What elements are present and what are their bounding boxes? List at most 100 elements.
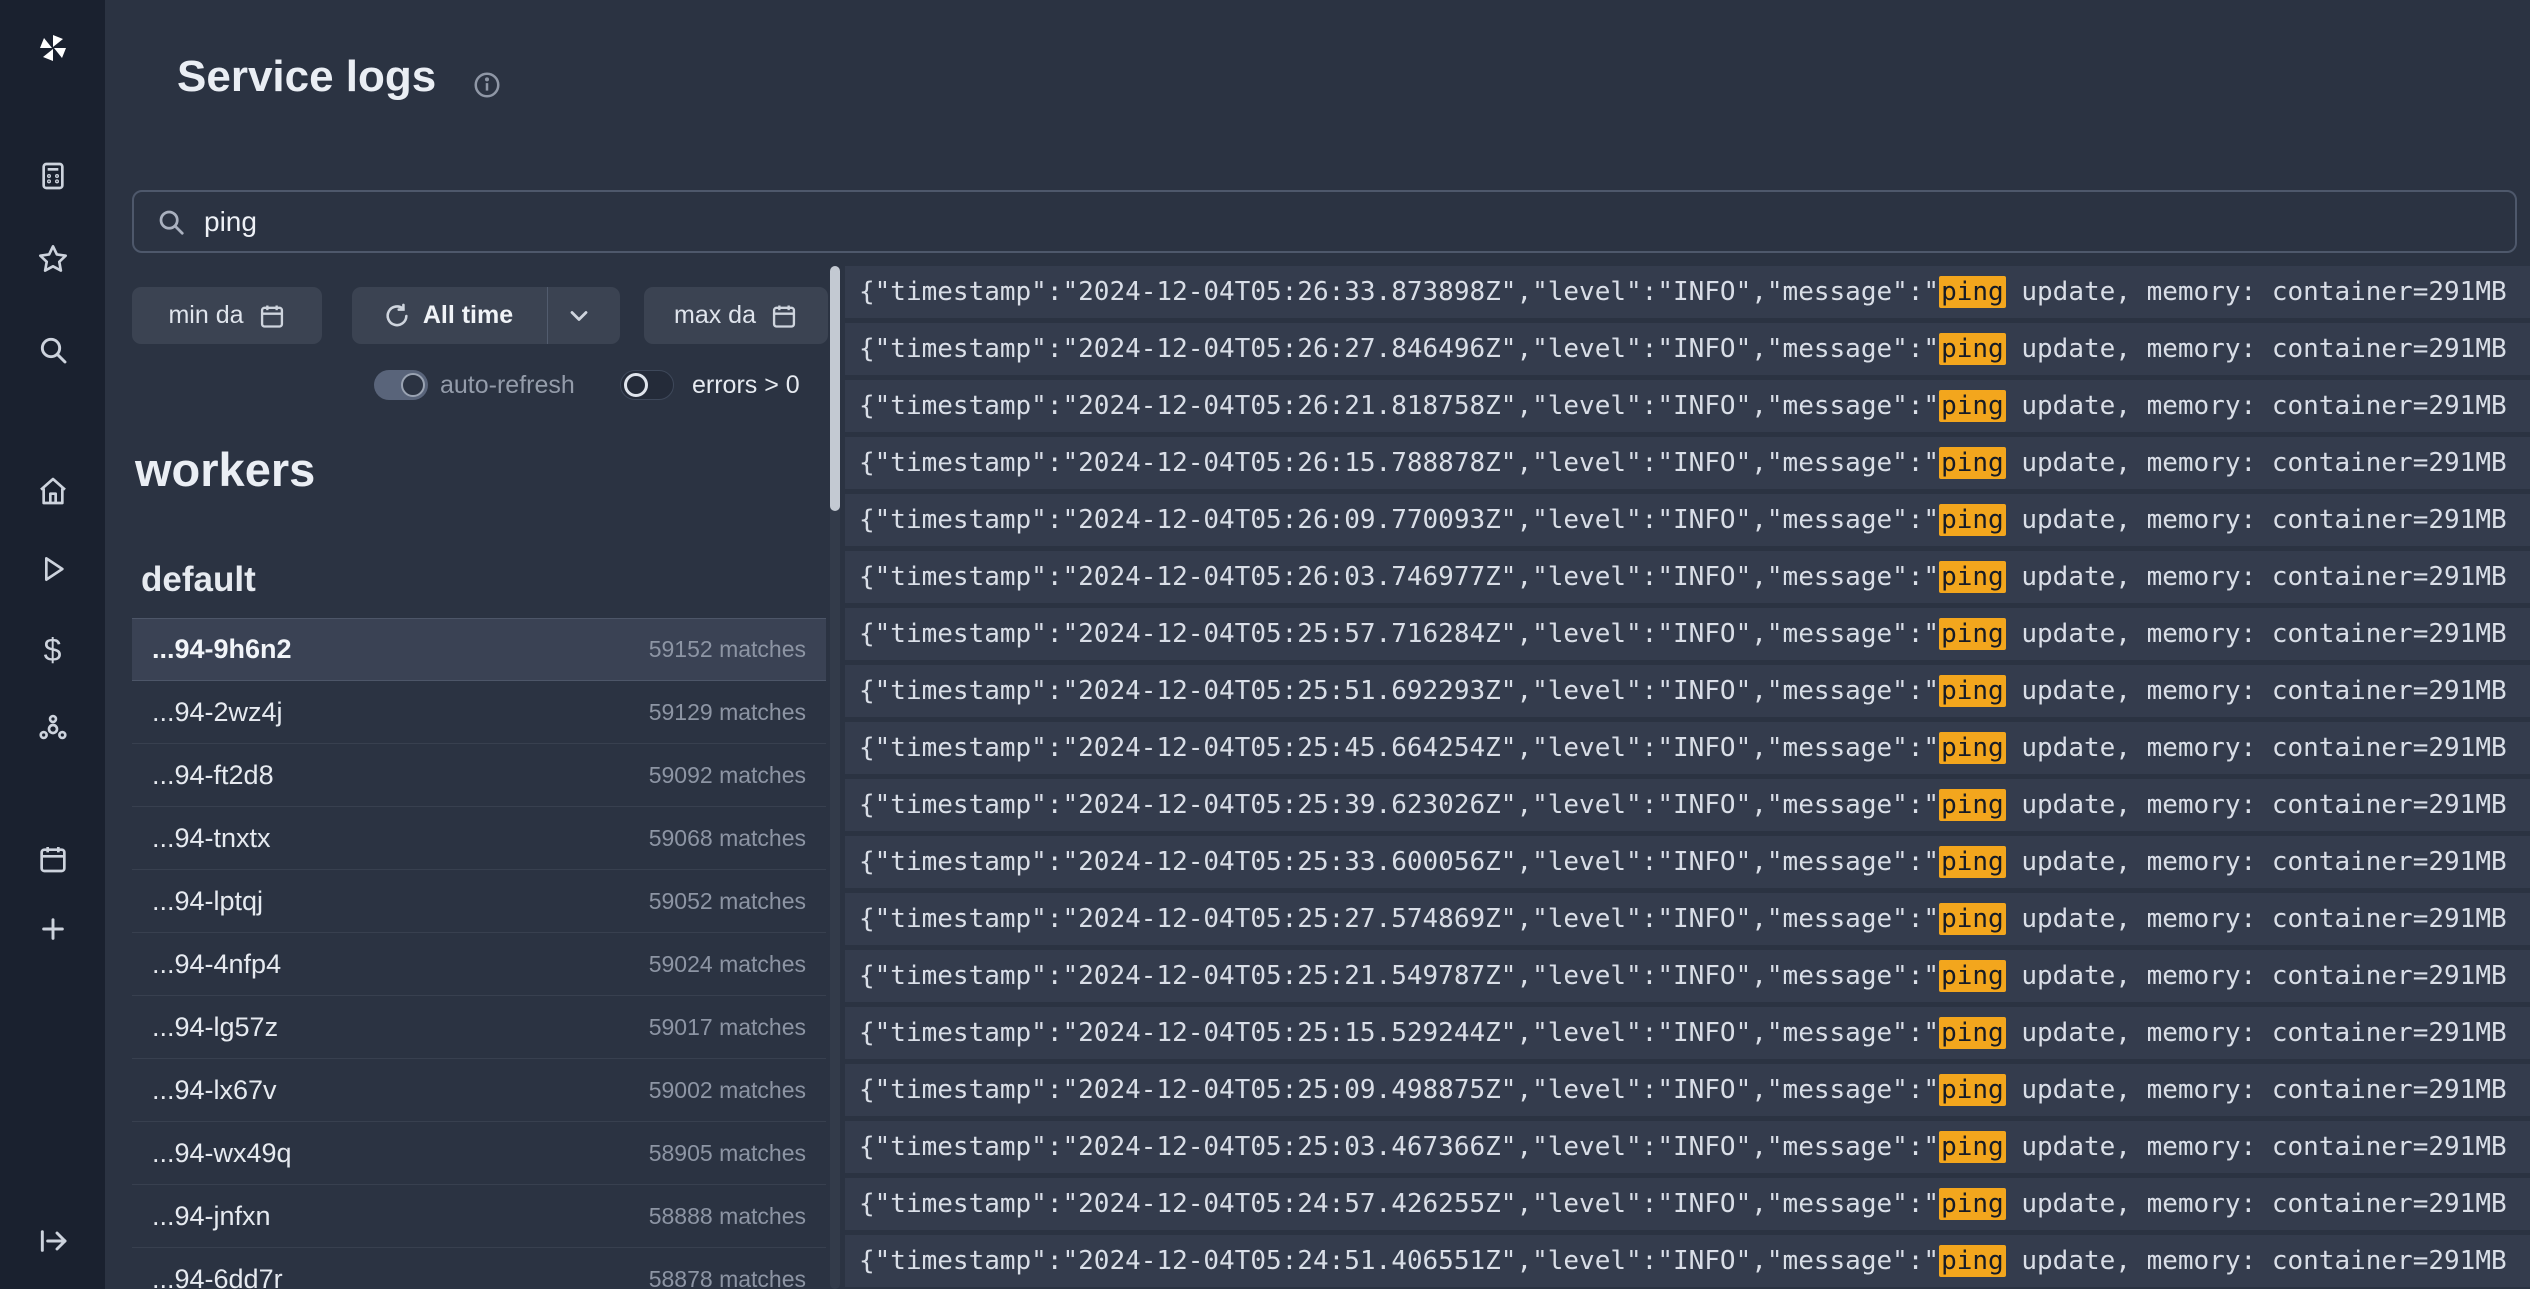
log-line[interactable]: {"timestamp":"2024-12-04T05:24:51.406551… [845,1235,2530,1287]
sidebar: $ [0,0,105,1289]
log-line[interactable]: {"timestamp":"2024-12-04T05:25:15.529244… [845,1007,2530,1059]
service-logs-page: $ Service logs min da All time [0,0,2530,1289]
calendar-icon[interactable] [35,841,71,877]
calendar-icon [258,302,286,330]
page-title: Service logs [177,52,436,102]
worker-row[interactable]: ...94-wx49q58905 matches [132,1122,826,1185]
worker-name: ...94-9h6n2 [152,634,292,665]
log-line[interactable]: {"timestamp":"2024-12-04T05:26:09.770093… [845,494,2530,546]
log-line[interactable]: {"timestamp":"2024-12-04T05:26:03.746977… [845,551,2530,603]
log-line[interactable]: {"timestamp":"2024-12-04T05:25:33.600056… [845,836,2530,888]
worker-name: ...94-lx67v [152,1075,277,1106]
worker-match-count: 58888 matches [649,1203,806,1230]
search-icon[interactable] [35,332,71,368]
worker-row[interactable]: ...94-tnxtx59068 matches [132,807,826,870]
log-line[interactable]: {"timestamp":"2024-12-04T05:25:51.692293… [845,665,2530,717]
worker-row[interactable]: ...94-4nfp459024 matches [132,933,826,996]
log-text: {"timestamp":"2024-12-04T05:24:57.426255… [845,1189,2507,1219]
errors-toggle[interactable] [620,370,674,400]
windmill-logo-icon[interactable] [35,30,71,66]
worker-name: ...94-2wz4j [152,697,283,728]
log-line[interactable]: {"timestamp":"2024-12-04T05:26:21.818758… [845,380,2530,432]
highlighted-term: ping [1939,618,2006,650]
highlighted-term: ping [1939,1017,2006,1049]
worker-row[interactable]: ...94-9h6n259152 matches [132,618,826,681]
worker-name: ...94-wx49q [152,1138,292,1169]
log-line[interactable]: {"timestamp":"2024-12-04T05:24:57.426255… [845,1178,2530,1230]
highlighted-term: ping [1939,1074,2006,1106]
collapse-arrow-icon[interactable] [35,1223,71,1259]
min-date-button[interactable]: min da [132,287,322,344]
log-line[interactable]: {"timestamp":"2024-12-04T05:26:33.873898… [845,266,2530,318]
worker-row[interactable]: ...94-lx67v 59002 matches [132,1059,826,1122]
log-text: {"timestamp":"2024-12-04T05:25:09.498875… [845,1075,2507,1105]
worker-name: ...94-jnfxn [152,1201,271,1232]
log-text: {"timestamp":"2024-12-04T05:26:09.770093… [845,505,2507,535]
worker-row[interactable]: ...94-lptqj59052 matches [132,870,826,933]
log-scrollbar[interactable] [830,266,840,1289]
log-text: {"timestamp":"2024-12-04T05:25:33.600056… [845,847,2507,877]
worker-row[interactable]: ...94-jnfxn 58888 matches [132,1185,826,1248]
log-line[interactable]: {"timestamp":"2024-12-04T05:25:39.623026… [845,779,2530,831]
highlighted-term: ping [1939,276,2006,308]
groups-icon[interactable] [35,711,71,747]
log-line[interactable]: {"timestamp":"2024-12-04T05:25:27.574869… [845,893,2530,945]
worker-row[interactable]: ...94-ft2d859092 matches [132,744,826,807]
min-date-label: min da [168,301,243,330]
calendar-icon [770,302,798,330]
toggle-knob [624,373,648,397]
scrollbar-thumb[interactable] [830,266,840,511]
plus-icon[interactable] [35,911,71,947]
dollar-icon[interactable]: $ [35,632,71,668]
auto-refresh-toggle[interactable] [374,370,428,400]
worker-row[interactable]: ...94-2wz4j59129 matches [132,681,826,744]
log-line[interactable]: {"timestamp":"2024-12-04T05:26:15.788878… [845,437,2530,489]
worker-row[interactable]: ...94-lg57z 59017 matches [132,996,826,1059]
home-icon[interactable] [35,473,71,509]
highlighted-term: ping [1939,447,2006,479]
worker-group-name: default [141,560,256,600]
worker-match-count: 59002 matches [649,1077,806,1104]
highlighted-term: ping [1939,732,2006,764]
time-range-label: All time [423,301,513,330]
worker-name: ...94-lg57z [152,1012,278,1043]
log-text: {"timestamp":"2024-12-04T05:25:39.623026… [845,790,2507,820]
worker-name: ...94-6dd7r [152,1264,283,1289]
max-date-button[interactable]: max da [644,287,828,344]
highlighted-term: ping [1939,960,2006,992]
toggle-knob [401,373,425,397]
info-icon[interactable] [472,70,502,105]
search-input[interactable] [204,206,2493,238]
time-range-dropdown[interactable] [547,287,609,344]
log-line[interactable]: {"timestamp":"2024-12-04T05:25:21.549787… [845,950,2530,1002]
highlighted-term: ping [1939,1245,2006,1277]
worker-row[interactable]: ...94-6dd7r 58878 matches [132,1248,826,1289]
log-line[interactable]: {"timestamp":"2024-12-04T05:25:09.498875… [845,1064,2530,1116]
calculator-icon[interactable] [35,158,71,194]
highlighted-term: ping [1939,504,2006,536]
log-text: {"timestamp":"2024-12-04T05:26:21.818758… [845,391,2507,421]
log-line[interactable]: {"timestamp":"2024-12-04T05:25:03.467366… [845,1121,2530,1173]
log-line[interactable]: {"timestamp":"2024-12-04T05:25:45.664254… [845,722,2530,774]
log-text: {"timestamp":"2024-12-04T05:25:27.574869… [845,904,2507,934]
worker-match-count: 59052 matches [649,888,806,915]
log-line[interactable]: {"timestamp":"2024-12-04T05:26:27.846496… [845,323,2530,375]
log-text: {"timestamp":"2024-12-04T05:25:03.467366… [845,1132,2507,1162]
log-text: {"timestamp":"2024-12-04T05:26:33.873898… [845,277,2507,307]
log-text: {"timestamp":"2024-12-04T05:26:15.788878… [845,448,2507,478]
log-text: {"timestamp":"2024-12-04T05:26:03.746977… [845,562,2507,592]
time-range-main[interactable]: All time [363,287,533,344]
worker-match-count: 59017 matches [649,1014,806,1041]
time-range-button[interactable]: All time [352,287,620,344]
worker-match-count: 58878 matches [649,1266,806,1289]
search-icon [156,207,186,237]
worker-list: ...94-9h6n259152 matches...94-2wz4j59129… [132,618,826,1289]
errors-label: errors > 0 [692,371,800,400]
play-icon[interactable] [35,551,71,587]
star-icon[interactable] [35,241,71,277]
log-text: {"timestamp":"2024-12-04T05:26:27.846496… [845,334,2507,364]
highlighted-term: ping [1939,1188,2006,1220]
worker-match-count: 59024 matches [649,951,806,978]
log-line[interactable]: {"timestamp":"2024-12-04T05:25:57.716284… [845,608,2530,660]
worker-match-count: 59092 matches [649,762,806,789]
